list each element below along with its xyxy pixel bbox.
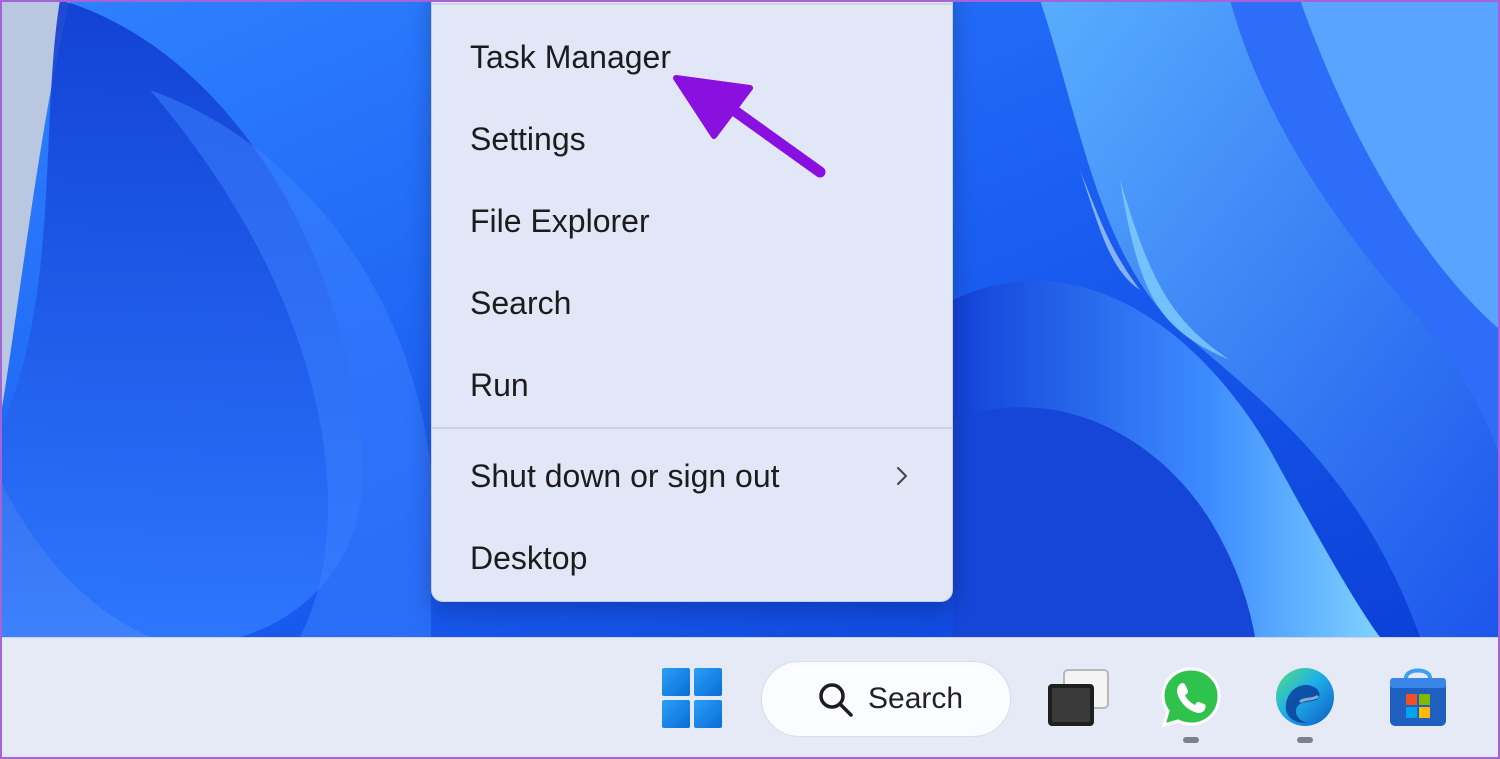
annotation-arrow-icon (673, 75, 826, 178)
